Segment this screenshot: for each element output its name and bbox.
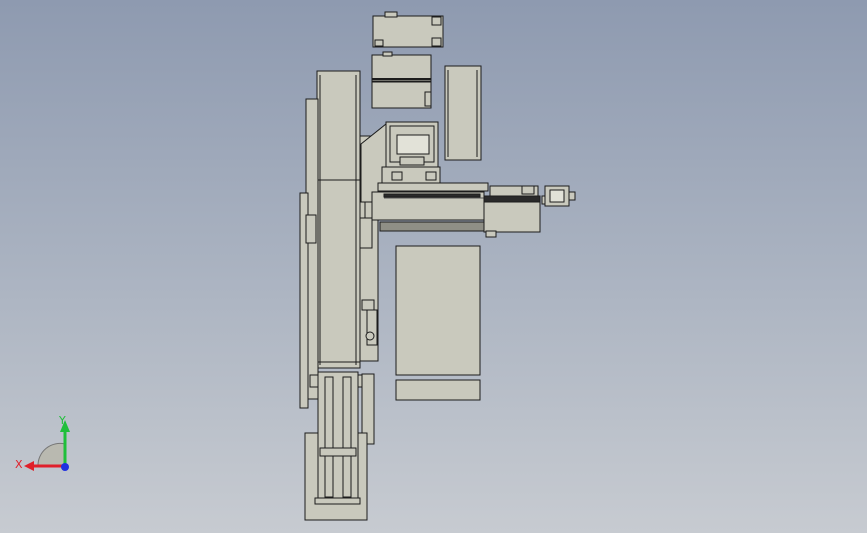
cad-viewport[interactable]: Y X: [0, 0, 867, 533]
triad-plane-icon: [37, 442, 66, 467]
lower-panel: [395, 245, 481, 401]
x-axis-label: X: [15, 458, 23, 471]
main-column: [299, 70, 366, 409]
top-box-upper: [372, 11, 444, 48]
assembly-model[interactable]: [0, 0, 867, 533]
horizontal-slide: [371, 185, 576, 238]
y-axis-label: Y: [58, 414, 66, 427]
top-box-middle: [371, 51, 432, 109]
z-axis-dot-icon: [61, 463, 69, 471]
side-cabinet: [444, 65, 482, 161]
coordinate-triad: Y X: [15, 414, 70, 471]
